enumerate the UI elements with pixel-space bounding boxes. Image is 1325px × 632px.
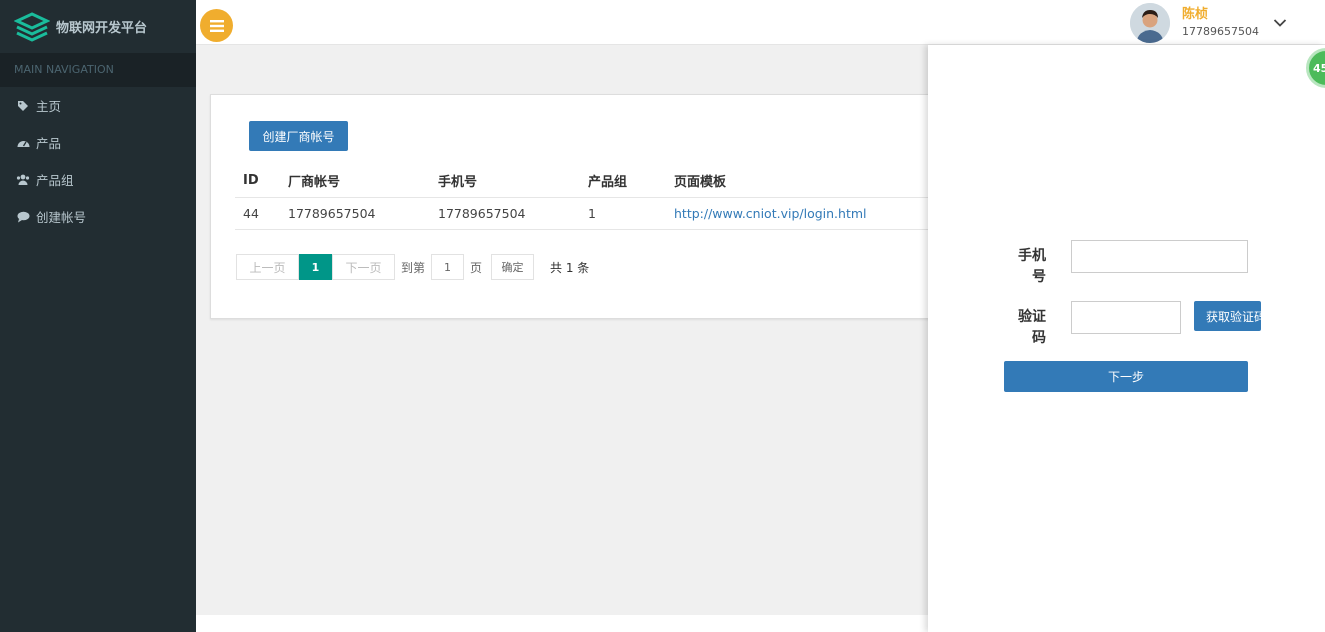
top-header: 陈桢 17789657504: [196, 0, 1325, 45]
prev-page-button[interactable]: 上一页: [236, 254, 299, 280]
create-vendor-account-button[interactable]: 创建厂商帐号: [249, 121, 348, 151]
nav-header: MAIN NAVIGATION: [0, 53, 196, 87]
users-icon: [16, 173, 30, 187]
sidebar: 物联网开发平台 MAIN NAVIGATION 主页 产品 产品组 创建帐号: [0, 0, 196, 632]
user-menu[interactable]: 陈桢 17789657504: [1130, 3, 1287, 43]
main-content: 创建厂商帐号 ID 厂商帐号 手机号 产品组 页面模板 44 177896575…: [196, 45, 931, 615]
layers-icon: [14, 11, 50, 42]
sidebar-item-label: 主页: [36, 99, 62, 114]
column-header: 手机号: [430, 165, 580, 198]
phone-label-line2: 号: [1032, 269, 1046, 285]
sidebar-item-home[interactable]: 主页: [0, 87, 196, 124]
sidebar-item-label: 产品组: [36, 173, 74, 188]
user-name: 陈桢: [1182, 7, 1209, 22]
bars-icon: [209, 19, 224, 32]
verification-panel: 手机 号 验证 码 获取验证码 下一步: [928, 45, 1325, 632]
code-label: 验证 码: [996, 307, 1046, 349]
code-label-line2: 码: [1032, 330, 1046, 346]
sidebar-item-products[interactable]: 产品: [0, 124, 196, 161]
chevron-down-icon[interactable]: [1273, 18, 1287, 28]
account-card: 创建厂商帐号 ID 厂商帐号 手机号 产品组 页面模板 44 177896575…: [210, 94, 931, 319]
user-phone: 17789657504: [1182, 25, 1259, 38]
menu-toggle-button[interactable]: [200, 9, 233, 42]
phone-input[interactable]: [1071, 240, 1248, 273]
cell-group: 1: [580, 197, 666, 230]
accounts-table: ID 厂商帐号 手机号 产品组 页面模板 44 17789657504 1778…: [235, 165, 931, 230]
code-label-line1: 验证: [1018, 309, 1046, 325]
goto-suffix: 页: [470, 260, 483, 275]
next-step-button[interactable]: 下一步: [1004, 361, 1248, 392]
sidebar-item-create-account[interactable]: 创建帐号: [0, 198, 196, 235]
total-count: 共 1 条: [550, 260, 590, 275]
phone-label: 手机 号: [996, 246, 1046, 288]
next-page-button[interactable]: 下一页: [332, 254, 395, 280]
cell-template: http://www.cniot.vip/login.html: [666, 197, 931, 230]
cell-phone: 17789657504: [430, 197, 580, 230]
template-link[interactable]: http://www.cniot.vip/login.html: [674, 206, 867, 221]
goto-page-input[interactable]: [431, 254, 465, 280]
goto-confirm-button[interactable]: 确定: [491, 254, 535, 280]
table-row: 44 17789657504 17789657504 1 http://www.…: [235, 197, 931, 230]
cell-id: 44: [235, 197, 280, 230]
pagination: 上一页 1 下一页 到第 页 确定 共 1 条: [236, 254, 589, 280]
phone-label-line1: 手机: [1018, 248, 1046, 264]
avatar: [1130, 3, 1171, 43]
goto-prefix: 到第: [401, 260, 426, 275]
column-header: 页面模板: [666, 165, 931, 198]
sidebar-item-label: 创建帐号: [36, 210, 87, 225]
user-info: 陈桢 17789657504: [1182, 7, 1259, 39]
brand[interactable]: 物联网开发平台: [0, 0, 196, 53]
comment-icon: [16, 210, 30, 224]
column-header: ID: [235, 165, 280, 198]
code-input[interactable]: [1071, 301, 1181, 334]
get-code-button[interactable]: 获取验证码: [1194, 301, 1261, 331]
sidebar-item-product-groups[interactable]: 产品组: [0, 161, 196, 198]
dashboard-icon: [16, 136, 30, 150]
tag-icon: [16, 99, 30, 113]
column-header: 厂商帐号: [280, 165, 430, 198]
column-header: 产品组: [580, 165, 666, 198]
footer: [196, 615, 928, 632]
current-page-button[interactable]: 1: [299, 254, 332, 280]
sidebar-item-label: 产品: [36, 136, 62, 151]
cell-account: 17789657504: [280, 197, 430, 230]
brand-title: 物联网开发平台: [56, 21, 148, 36]
table-header-row: ID 厂商帐号 手机号 产品组 页面模板: [235, 165, 931, 198]
